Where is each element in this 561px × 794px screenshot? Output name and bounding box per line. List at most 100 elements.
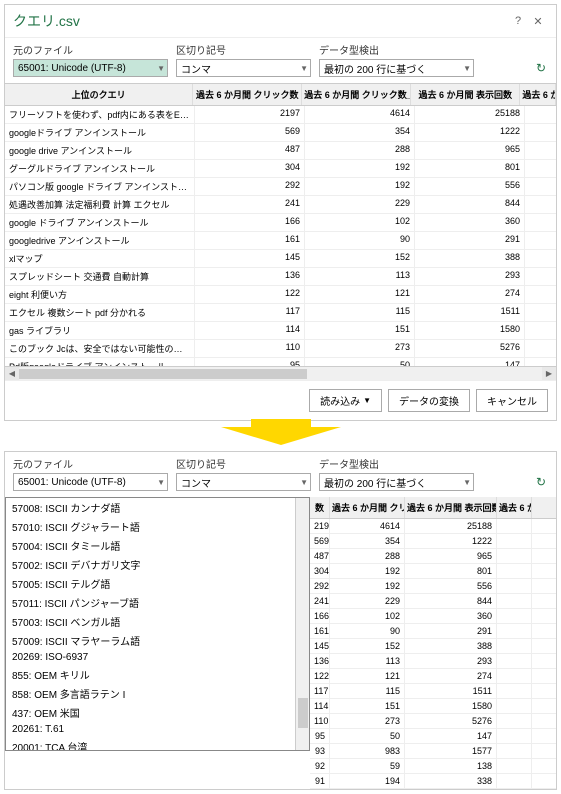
col-header[interactable]: 過去 6 か月間 クリック数 <box>193 84 302 105</box>
table-row[interactable]: 2197461425188 <box>310 519 556 534</box>
table-row[interactable]: 1141511580 <box>310 699 556 714</box>
table-row[interactable]: eight 利便い方122121274 <box>5 286 556 304</box>
table-row[interactable]: 292192556 <box>310 579 556 594</box>
cell: 95 <box>310 729 330 743</box>
file-origin-dropdown[interactable]: 65001: Unicode (UTF-8) ▼ <box>13 59 168 77</box>
grid2-header: 数 過去 6 か月間 クリック数_1 過去 6 か月間 表示回数 過去 6 か <box>310 497 556 519</box>
table-row[interactable]: パソコン版 google ドライブ アンインストール292192556 <box>5 178 556 196</box>
cell <box>497 774 532 788</box>
encoding-option[interactable]: 20269: ISO-6937 <box>6 650 309 665</box>
table-row[interactable]: 241229844 <box>310 594 556 609</box>
scroll-right-icon[interactable]: ▶ <box>542 367 556 381</box>
refresh-icon[interactable]: ↻ <box>534 59 548 77</box>
col-header[interactable]: 過去 6 か <box>520 84 556 105</box>
encoding-option[interactable]: 20261: T.61 <box>6 722 309 737</box>
table-row[interactable]: Pd版googleドライブ アンインストール9550147 <box>5 358 556 366</box>
encoding-option[interactable]: 437: OEM 米国 <box>6 703 309 722</box>
cell <box>497 729 532 743</box>
list-scrollbar[interactable] <box>295 498 309 750</box>
table-row[interactable]: 5693541222 <box>310 534 556 549</box>
table-row[interactable]: 487288965 <box>310 549 556 564</box>
table-row[interactable]: フリーソフトを使わず、pdf内にある表をExcelに変換す...21974614… <box>5 106 556 124</box>
cell: 241 <box>310 594 330 608</box>
encoding-option[interactable]: 855: OEM キリル <box>6 665 309 684</box>
cell <box>497 564 532 578</box>
cell: gas ライブラリ <box>5 322 195 339</box>
cell: 147 <box>405 729 497 743</box>
encoding-option[interactable]: 57004: ISCII タミール語 <box>6 536 309 555</box>
table-row[interactable]: gas ライブラリ1141511580 <box>5 322 556 340</box>
cell: 291 <box>415 232 525 249</box>
table-row[interactable]: 9550147 <box>310 729 556 744</box>
cell: パソコン版 google ドライブ アンインストール <box>5 178 195 195</box>
col-header[interactable]: 過去 6 か月間 表示回数 <box>411 84 520 105</box>
table-row[interactable]: エクセル 複数シート pdf 分かれる1171151511 <box>5 304 556 322</box>
scroll-thumb[interactable] <box>19 369 307 379</box>
transform-button[interactable]: データの変換 <box>388 389 470 412</box>
table-row[interactable]: 122121274 <box>310 669 556 684</box>
cell: 192 <box>305 160 415 177</box>
delimiter-dropdown[interactable]: コンマ ▼ <box>176 59 311 77</box>
table-row[interactable]: このブック Jcは、安全ではない可能性のある外部ソー...1102735276 <box>5 340 556 358</box>
cancel-button[interactable]: キャンセル <box>476 389 548 412</box>
encoding-option[interactable]: 57010: ISCII グジャラート語 <box>6 517 309 536</box>
col-header[interactable]: 過去 6 か <box>497 497 532 518</box>
table-row[interactable]: googledrive アンインストール16190291 <box>5 232 556 250</box>
scroll-left-icon[interactable]: ◀ <box>5 367 19 381</box>
cell: 91 <box>310 774 330 788</box>
cell: 138 <box>405 759 497 773</box>
scroll-track[interactable] <box>19 367 542 381</box>
col-header[interactable]: 過去 6 か月間 クリック数_1 <box>330 497 405 518</box>
encoding-listbox[interactable]: 57008: ISCII カンナダ語57010: ISCII グジャラート語57… <box>5 497 310 751</box>
encoding-option[interactable]: 20001: TCA 台湾 <box>6 737 309 751</box>
table-row[interactable]: googleドライブ アンインストール5693541222 <box>5 124 556 142</box>
table-row[interactable]: 16190291 <box>310 624 556 639</box>
col-header[interactable]: 過去 6 か月間 クリック数_1 <box>302 84 411 105</box>
scroll-thumb[interactable] <box>298 698 308 728</box>
cell: eight 利便い方 <box>5 286 195 303</box>
table-row[interactable]: 1102735276 <box>310 714 556 729</box>
file-origin-label: 元のファイル <box>13 456 168 471</box>
encoding-option[interactable]: 57009: ISCII マラヤーラム語 <box>6 631 309 650</box>
encoding-option[interactable]: 57005: ISCII テルグ語 <box>6 574 309 593</box>
cell: 117 <box>310 684 330 698</box>
table-row[interactable]: google ドライブ アンインストール166102360 <box>5 214 556 232</box>
cell: xlマップ <box>5 250 195 267</box>
col-header[interactable]: 過去 6 か月間 表示回数 <box>405 497 497 518</box>
table-row[interactable]: google drive アンインストール487288965 <box>5 142 556 160</box>
close-button[interactable]: ✕ <box>528 13 548 29</box>
table-row[interactable]: 166102360 <box>310 609 556 624</box>
help-button[interactable]: ? <box>508 13 528 29</box>
encoding-option[interactable]: 858: OEM 多言語ラテン I <box>6 684 309 703</box>
table-row[interactable]: 9259138 <box>310 759 556 774</box>
encoding-option[interactable]: 57002: ISCII デバナガリ文字 <box>6 555 309 574</box>
table-row[interactable]: 939831577 <box>310 744 556 759</box>
datatype-detect-dropdown[interactable]: 最初の 200 行に基づく ▼ <box>319 59 474 77</box>
cell: 1511 <box>405 684 497 698</box>
table-row[interactable]: 145152388 <box>310 639 556 654</box>
table-row[interactable]: 136113293 <box>310 654 556 669</box>
table-row[interactable]: 91194338 <box>310 774 556 789</box>
table-row[interactable]: xlマップ145152388 <box>5 250 556 268</box>
cell: 166 <box>310 609 330 623</box>
table-row[interactable]: スプレッドシート 交通費 自動計算136113293 <box>5 268 556 286</box>
refresh-icon[interactable]: ↻ <box>534 473 548 491</box>
encoding-option[interactable]: 57011: ISCII パンジャーブ語 <box>6 593 309 612</box>
load-button[interactable]: 読み込み▼ <box>309 389 382 412</box>
col-header[interactable]: 数 <box>310 497 330 518</box>
table-row[interactable]: 処遇改善加算 法定福利費 計算 エクセル241229844 <box>5 196 556 214</box>
encoding-option[interactable]: 57008: ISCII カンナダ語 <box>6 498 309 517</box>
table-row[interactable]: 1171151511 <box>310 684 556 699</box>
cell: 136 <box>310 654 330 668</box>
file-origin-dropdown[interactable]: 65001: Unicode (UTF-8) ▼ <box>13 473 168 491</box>
datatype-detect-dropdown[interactable]: 最初の 200 行に基づく ▼ <box>319 473 474 491</box>
delimiter-dropdown[interactable]: コンマ ▼ <box>176 473 311 491</box>
encoding-option[interactable]: 57003: ISCII ベンガル語 <box>6 612 309 631</box>
controls-row: 元のファイル 65001: Unicode (UTF-8) ▼ 区切り記号 コン… <box>5 38 556 83</box>
col-header[interactable]: 上位のクエリ <box>5 84 193 105</box>
table-row[interactable]: 304192801 <box>310 564 556 579</box>
delimiter-label: 区切り記号 <box>176 42 311 57</box>
horizontal-scrollbar[interactable]: ◀ ▶ <box>5 366 556 380</box>
grid2-body: 2197461425188569354122248728896530419280… <box>310 519 556 789</box>
table-row[interactable]: グーグルドライブ アンインストール304192801 <box>5 160 556 178</box>
